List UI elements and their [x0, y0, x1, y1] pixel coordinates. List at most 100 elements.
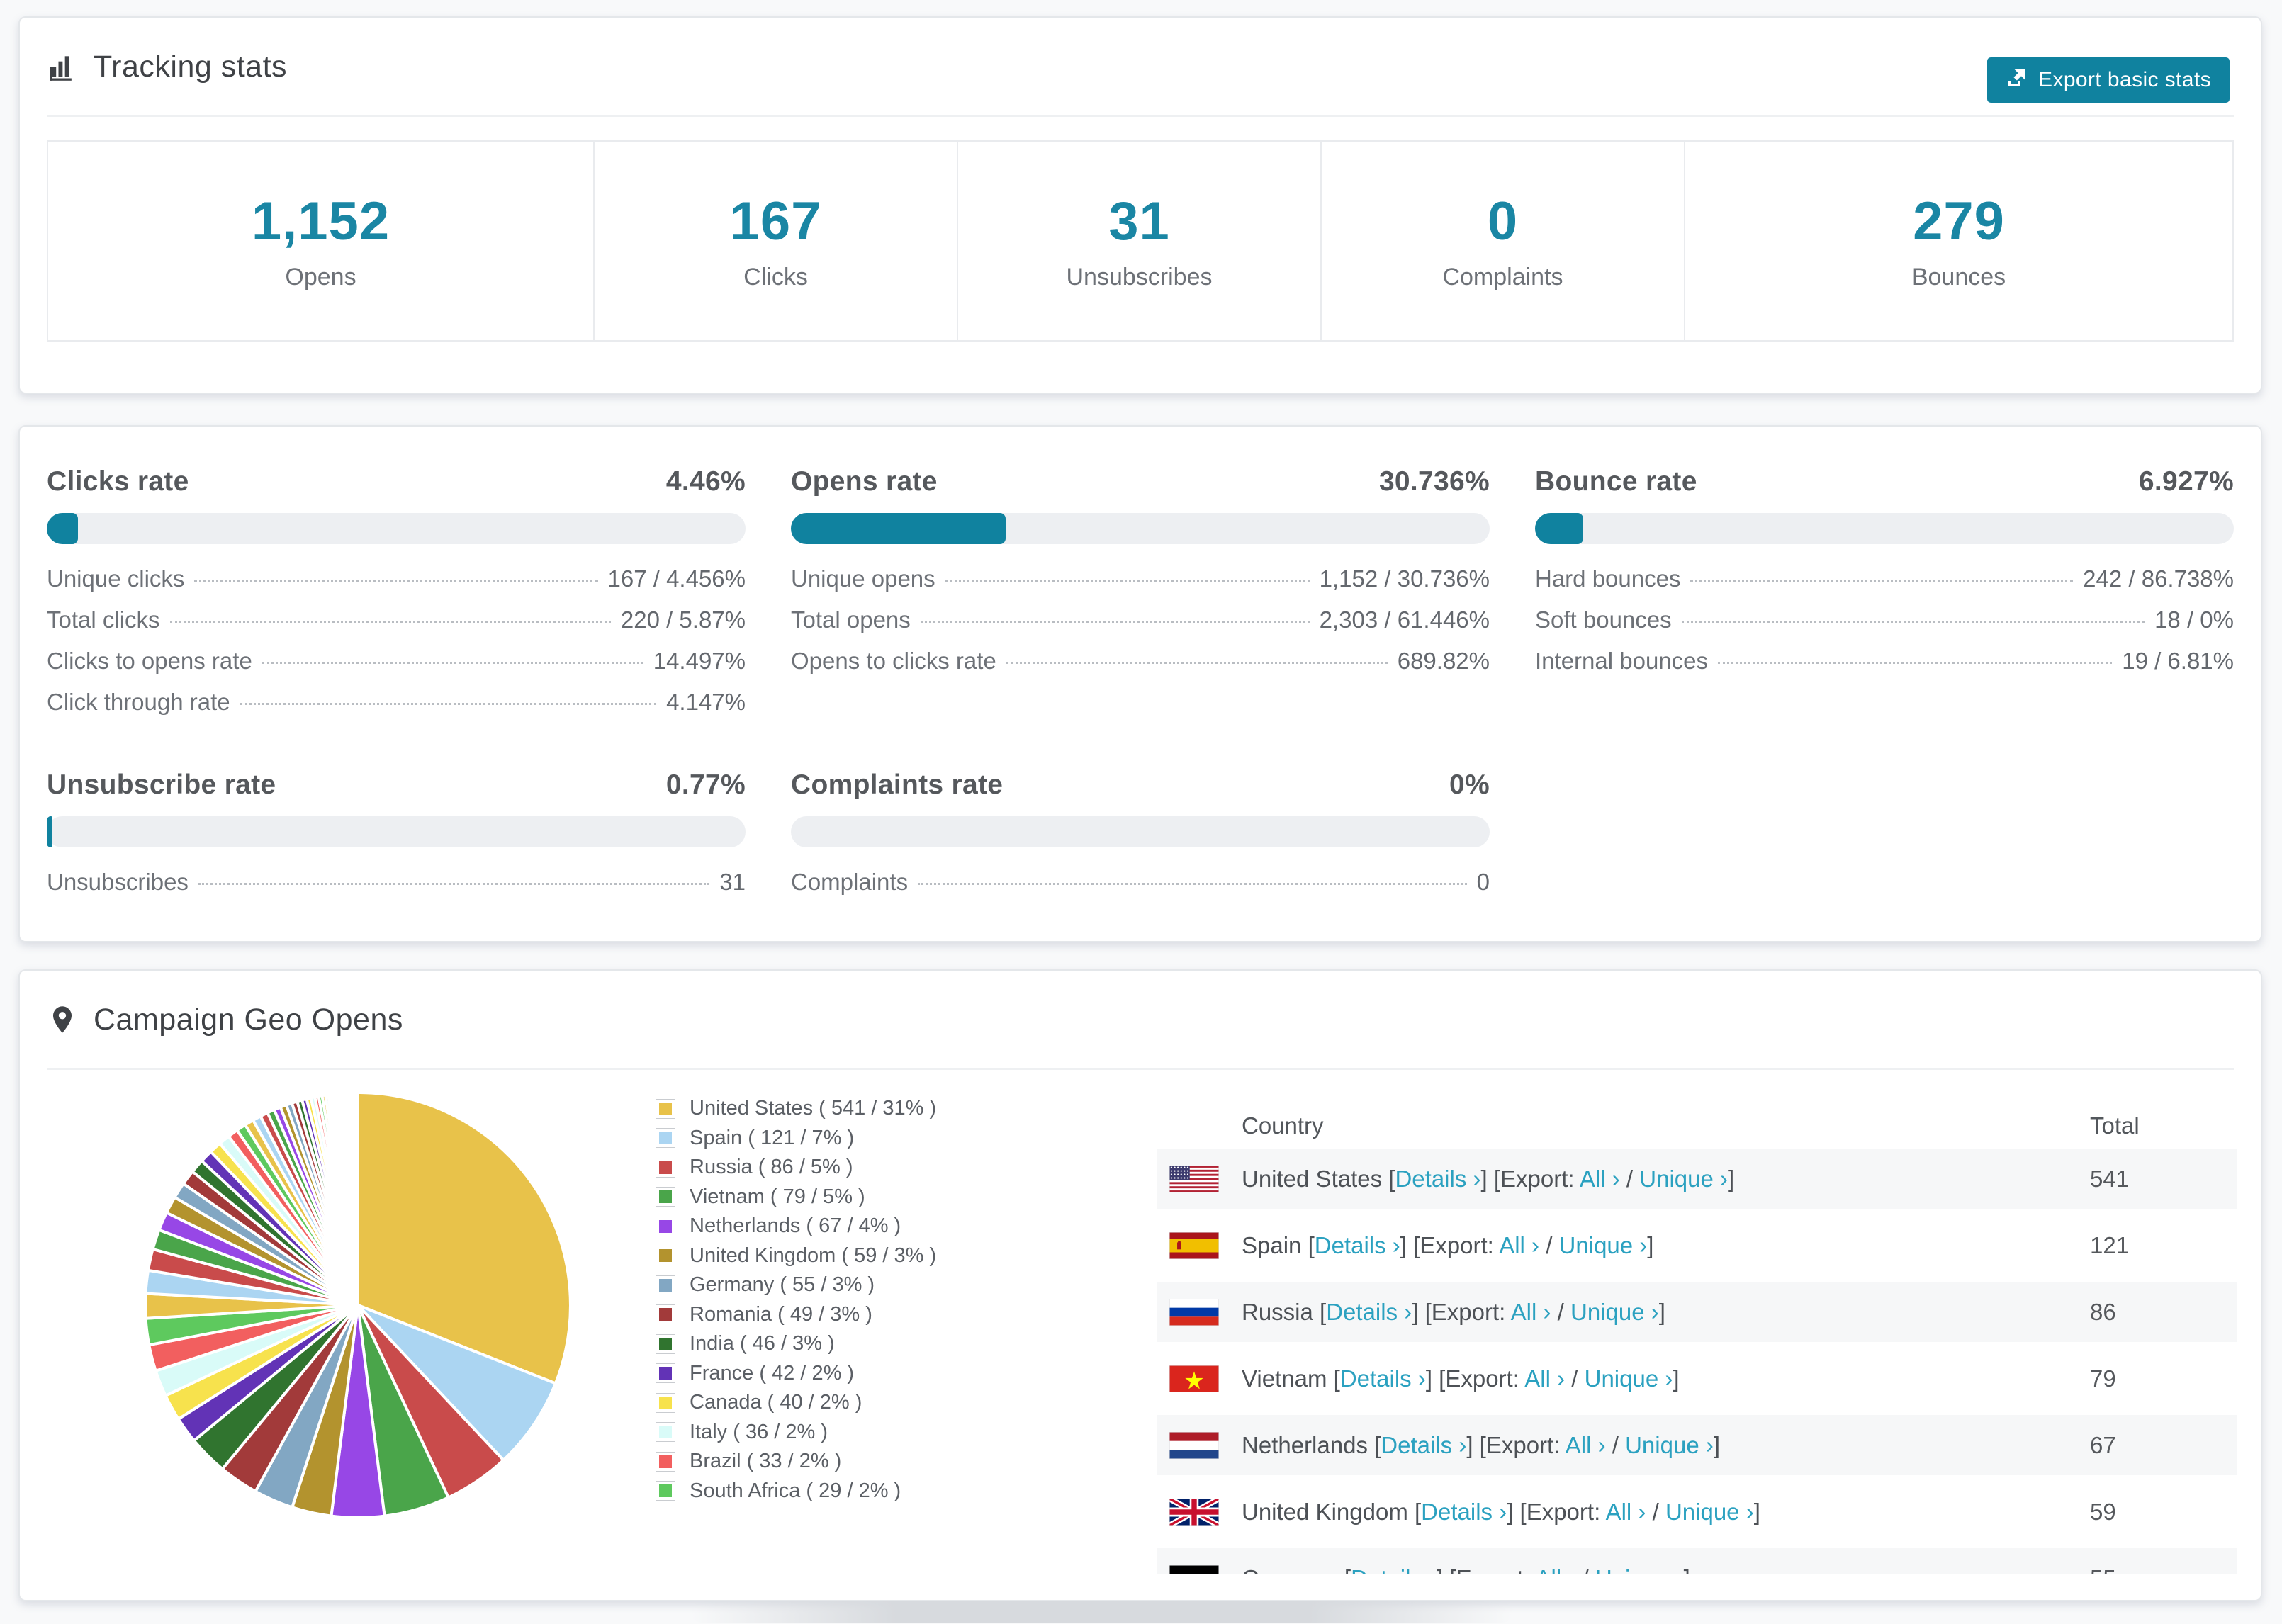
- export-all-link[interactable]: All ›: [1606, 1499, 1646, 1525]
- legend-label: Vietnam ( 79 / 5% ): [690, 1185, 865, 1208]
- rate-panel: Bounce rate 6.927% Hard bounces 242 / 86…: [1535, 466, 2234, 730]
- country-name: Germany: [1242, 1565, 1338, 1575]
- country-total: 79: [2090, 1365, 2116, 1392]
- rate-detail-row: Hard bounces 242 / 86.738%: [1535, 565, 2234, 607]
- geo-title: Campaign Geo Opens: [94, 1002, 403, 1037]
- dotted-leader: [945, 580, 1310, 582]
- export-all-link[interactable]: All ›: [1499, 1232, 1539, 1258]
- progress-fill: [47, 513, 78, 544]
- details-link[interactable]: Details ›: [1351, 1565, 1437, 1575]
- summary-cell: 279 Bounces: [1685, 142, 2232, 340]
- legend-swatch-icon: [656, 1422, 675, 1443]
- rate-detail-label: Total opens: [791, 607, 911, 633]
- legend-item: Spain ( 121 / 7% ): [656, 1124, 936, 1154]
- export-all-link[interactable]: All ›: [1566, 1432, 1606, 1458]
- legend-label: Italy ( 36 / 2% ): [690, 1420, 828, 1443]
- country-total: 121: [2090, 1231, 2130, 1258]
- summary-label: Bounces: [1911, 264, 2006, 291]
- legend-item: United Kingdom ( 59 / 3% ): [656, 1241, 936, 1271]
- legend-item: France ( 42 / 2% ): [656, 1359, 936, 1389]
- summary-label: Complaints: [1442, 264, 1563, 291]
- legend-label: South Africa ( 29 / 2% ): [690, 1479, 901, 1502]
- dotted-leader: [1718, 662, 2113, 664]
- legend-swatch-icon: [656, 1128, 675, 1149]
- rate-panel: Complaints rate 0% Complaints 0: [791, 769, 1490, 910]
- rate-panel: Opens rate 30.736% Unique opens 1,152 / …: [791, 466, 1490, 730]
- rate-value: 0%: [1449, 769, 1490, 800]
- export-unique-link[interactable]: Unique ›: [1665, 1499, 1754, 1525]
- legend-item: Germany ( 55 / 3% ): [656, 1270, 936, 1300]
- export-unique-link[interactable]: Unique ›: [1585, 1365, 1673, 1392]
- rate-panel: Unsubscribe rate 0.77% Unsubscribes 31: [47, 769, 746, 910]
- table-row: Germany [Details ›] [Export: All › / Uni…: [1157, 1548, 2237, 1574]
- details-link[interactable]: Details ›: [1381, 1432, 1466, 1458]
- legend-label: Canada ( 40 / 2% ): [690, 1391, 862, 1414]
- rate-value: 6.927%: [2138, 466, 2234, 497]
- summary-label: Unsubscribes: [1066, 264, 1213, 291]
- tracking-stats-card: Tracking stats Export basic stats 1,152 …: [18, 16, 2262, 394]
- details-link[interactable]: Details ›: [1395, 1166, 1480, 1192]
- country-total: 55: [2090, 1565, 2237, 1575]
- legend-swatch-icon: [656, 1392, 675, 1413]
- progress-bar: [1535, 513, 2234, 544]
- rate-detail-value: 220 / 5.87%: [620, 607, 746, 633]
- summary-value: 167: [729, 191, 822, 252]
- rate-detail-label: Total clicks: [47, 607, 160, 633]
- dotted-leader: [240, 703, 657, 705]
- country-flag-icon: [1169, 1564, 1219, 1574]
- rate-detail-label: Unsubscribes: [47, 869, 189, 895]
- export-icon: [2006, 66, 2028, 94]
- summary-cell: 0 Complaints: [1322, 142, 1685, 340]
- export-unique-link[interactable]: Unique ›: [1595, 1565, 1684, 1575]
- summary-value: 31: [1108, 191, 1170, 252]
- legend-swatch-icon: [656, 1216, 675, 1236]
- legend-label: Netherlands ( 67 / 4% ): [690, 1214, 901, 1238]
- legend-swatch-icon: [656, 1481, 675, 1501]
- details-link[interactable]: Details ›: [1421, 1499, 1507, 1525]
- campaign-geo-opens-card: Campaign Geo Opens United States ( 541 /…: [18, 969, 2262, 1601]
- rate-detail-label: Hard bounces: [1535, 565, 1681, 592]
- progress-fill: [47, 816, 52, 847]
- rate-detail-label: Unique clicks: [47, 565, 185, 592]
- export-all-link[interactable]: All ›: [1536, 1565, 1576, 1575]
- rate-detail-label: Clicks to opens rate: [47, 648, 252, 674]
- table-row: Vietnam [Details ›] [Export: All › / Uni…: [1157, 1348, 2237, 1409]
- rate-detail-row: Unique opens 1,152 / 30.736%: [791, 565, 1490, 607]
- rate-detail-label: Click through rate: [47, 689, 230, 715]
- geo-table-header: Country Total: [1157, 1103, 2237, 1149]
- column-header-total: Total: [2090, 1112, 2140, 1139]
- rate-detail-row: Clicks to opens rate 14.497%: [47, 648, 746, 689]
- legend-swatch-icon: [656, 1157, 675, 1178]
- rate-detail-row: Complaints 0: [791, 869, 1490, 910]
- legend-label: United Kingdom ( 59 / 3% ): [690, 1244, 937, 1267]
- details-link[interactable]: Details ›: [1340, 1365, 1426, 1392]
- export-unique-link[interactable]: Unique ›: [1625, 1432, 1714, 1458]
- rate-value: 4.46%: [665, 466, 746, 497]
- legend-swatch-icon: [656, 1187, 675, 1207]
- rate-title: Unsubscribe rate: [47, 769, 276, 800]
- legend-swatch-icon: [656, 1333, 675, 1354]
- legend-item: South Africa ( 29 / 2% ): [656, 1477, 936, 1506]
- details-link[interactable]: Details ›: [1326, 1299, 1412, 1325]
- country-name: Russia: [1242, 1298, 1313, 1325]
- geo-table-body: United States [Details ›] [Export: All ›…: [1157, 1149, 2237, 1574]
- country-flag-icon: [1169, 1498, 1219, 1526]
- export-all-link[interactable]: All ›: [1511, 1299, 1551, 1325]
- legend-item: United States ( 541 / 31% ): [656, 1094, 936, 1124]
- rate-detail-row: Total opens 2,303 / 61.446%: [791, 607, 1490, 648]
- export-unique-link[interactable]: Unique ›: [1570, 1299, 1659, 1325]
- legend-item: Netherlands ( 67 / 4% ): [656, 1212, 936, 1241]
- details-link[interactable]: Details ›: [1315, 1232, 1400, 1258]
- export-unique-link[interactable]: Unique ›: [1559, 1232, 1648, 1258]
- rate-detail-row: Unique clicks 167 / 4.456%: [47, 565, 746, 607]
- legend-label: France ( 42 / 2% ): [690, 1361, 855, 1385]
- export-all-link[interactable]: All ›: [1580, 1166, 1620, 1192]
- table-row: Russia [Details ›] [Export: All › / Uniq…: [1157, 1282, 2237, 1342]
- export-unique-link[interactable]: Unique ›: [1639, 1166, 1728, 1192]
- rate-detail-label: Opens to clicks rate: [791, 648, 996, 674]
- below-fold-element-edge: [691, 1601, 1513, 1623]
- export-basic-stats-button[interactable]: Export basic stats: [1987, 57, 2230, 103]
- country-name: Vietnam: [1242, 1365, 1327, 1392]
- export-all-link[interactable]: All ›: [1524, 1365, 1565, 1392]
- bar-chart-icon: [47, 51, 78, 82]
